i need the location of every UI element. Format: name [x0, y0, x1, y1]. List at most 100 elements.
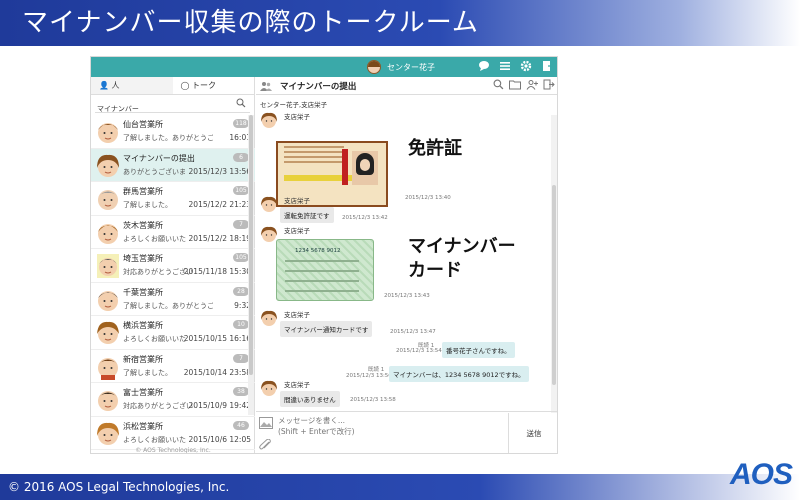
list-item-time: 2015/10/9 19:42 — [188, 401, 251, 410]
message-bubble: 番号花子さんですね。 — [442, 342, 515, 358]
list-item[interactable]: 浜松営業所 よろしくお願いいた 46 2015/10/6 12:05 — [91, 417, 255, 450]
message-timestamp: 2015/12/3 13:42 — [342, 215, 388, 221]
aos-logo: AOS — [729, 458, 793, 491]
person-icon: 👤 — [99, 81, 112, 90]
image-icon[interactable] — [259, 417, 273, 429]
attachment-icon[interactable] — [259, 439, 273, 451]
message-sender: 支店栄子 — [284, 197, 310, 205]
unread-badge: 105 — [233, 253, 249, 262]
unread-badge: 46 — [233, 420, 249, 430]
license-band — [284, 175, 360, 181]
avatar — [98, 190, 118, 210]
license-photo — [352, 151, 378, 185]
mynumber-callout-line2: カード — [408, 260, 462, 281]
avatar — [97, 154, 119, 177]
avatar — [261, 196, 277, 212]
composer-icons — [259, 417, 273, 451]
gear-icon[interactable] — [520, 60, 532, 72]
message-sender: 支店栄子 — [284, 381, 310, 389]
list-item-name: 仙台営業所 — [123, 120, 163, 129]
tab-people[interactable]: 👤 人 — [91, 77, 173, 94]
card-line — [285, 290, 359, 292]
list-scrollbar[interactable] — [248, 115, 254, 415]
message-timestamp: 2015/12/3 13:54 — [396, 348, 442, 354]
message-timestamp: 2015/12/3 13:58 — [350, 397, 396, 403]
message-input[interactable] — [278, 415, 504, 451]
avatar — [98, 391, 118, 411]
card-line — [285, 260, 359, 262]
card-line — [285, 270, 359, 272]
room-icons — [492, 79, 555, 91]
chat-scrollbar[interactable] — [551, 115, 557, 420]
list-item-name: 浜松営業所 — [123, 421, 163, 431]
unread-badge: 10 — [233, 320, 249, 329]
list-item-time: 2015/10/15 16:16 — [183, 334, 251, 343]
list-item[interactable]: マイナンバーの提出 ありがとうございま 6 2015/12/3 13:56 — [91, 148, 255, 182]
slide-title: マイナンバー収集の際のトークルーム — [0, 0, 800, 46]
list-item[interactable]: 千葉営業所 了解しました。ありがとうござい 28 9:32 — [91, 283, 255, 316]
mynumber-callout-line1: マイナンバー — [408, 236, 516, 257]
message-sender: 支店栄子 — [284, 227, 310, 235]
menu-icon[interactable] — [499, 60, 511, 72]
folder-icon[interactable] — [509, 79, 521, 91]
unread-badge: 118 — [233, 119, 249, 128]
list-item-name: 茨木営業所 — [123, 220, 163, 230]
list-item[interactable]: 新宿営業所 了解しました。 7 2015/10/14 23:58 — [91, 350, 255, 383]
header-user-name: センター花子 — [387, 62, 435, 72]
room-title: マイナンバーの提出 — [280, 82, 357, 92]
unread-badge: 6 — [233, 152, 249, 162]
avatar — [98, 357, 118, 380]
list-item-time: 2015/11/18 15:30 — [183, 267, 251, 276]
send-button[interactable]: 送信 — [508, 413, 557, 453]
search-icon[interactable] — [492, 79, 504, 91]
search-bar — [95, 96, 250, 117]
message-bubble: 運転免許証です — [280, 207, 334, 223]
slide: マイナンバー収集の際のトークルーム センター花子 👤 人 ◯ トーク マイナンバ… — [0, 0, 800, 500]
list-item-time: 2015/10/14 23:58 — [183, 367, 251, 377]
list-item-name: 横浜営業所 — [123, 321, 163, 330]
license-callout: 免許証 — [408, 138, 462, 159]
list-item[interactable]: 茨木営業所 よろしくお願いいた 7 2015/12/2 18:19 — [91, 216, 255, 249]
search-icon[interactable] — [236, 98, 246, 108]
conversation-list: 仙台営業所 了解しました。ありがとうござい 118 16:01 マイナンバーの提… — [91, 115, 255, 450]
list-item-name: 新宿営業所 — [123, 354, 163, 364]
header-user[interactable]: センター花子 — [367, 59, 435, 75]
mynumber-card-image[interactable]: 1234 5678 9012 — [276, 239, 374, 301]
message-sender: 支店栄子 — [284, 113, 310, 121]
list-item-time: 2015/12/2 18:19 — [188, 233, 251, 243]
slide-footer: © 2016 AOS Legal Technologies, Inc. — [0, 474, 800, 500]
avatar — [261, 310, 277, 326]
list-item-time: 2015/10/6 12:05 — [188, 434, 251, 444]
avatar — [98, 223, 118, 244]
unread-badge: 7 — [233, 353, 249, 363]
add-member-icon[interactable] — [526, 79, 538, 91]
avatar — [97, 321, 119, 344]
card-number: 1234 5678 9012 — [295, 248, 341, 254]
scrollbar-thumb[interactable] — [552, 185, 556, 385]
list-item-name: マイナンバーの提出 — [123, 153, 195, 163]
chat-bubble-icon[interactable] — [478, 60, 490, 72]
exit-icon[interactable] — [543, 79, 555, 91]
avatar — [97, 422, 119, 445]
list-item-message: 了解しました。ありがとうござい — [123, 134, 213, 142]
license-stripe — [342, 149, 348, 185]
scrollbar-thumb[interactable] — [249, 115, 253, 375]
list-item[interactable]: 群馬営業所 了解しました。 105 2015/12/2 21:23 — [91, 182, 255, 216]
tab-people-label: 人 — [111, 81, 120, 90]
unread-badge: 105 — [233, 186, 249, 195]
list-item[interactable]: 仙台営業所 了解しました。ありがとうござい 118 16:01 — [91, 115, 255, 149]
list-item[interactable]: 横浜営業所 よろしくお願いいた 10 2015/10/15 16:16 — [91, 316, 255, 350]
list-item-name: 千葉営業所 — [123, 287, 163, 297]
card-line — [285, 280, 359, 282]
header-icons — [478, 60, 554, 72]
logout-icon[interactable] — [541, 60, 554, 72]
chat-message: 支店栄子 間違いありません 2015/12/3 13:58 — [260, 379, 480, 411]
list-item[interactable]: 富士営業所 対応ありがとうござい 38 2015/10/9 19:42 — [91, 383, 255, 417]
chat-room: マイナンバーの提出 センター花子,支店栄子 支店栄子 2015/12/3 13:… — [256, 77, 557, 453]
tab-talk[interactable]: ◯ トーク — [172, 77, 254, 94]
list-item-name: 富士営業所 — [123, 388, 163, 397]
list-item[interactable]: 埼玉営業所 対応ありがとうござい 105 2015/11/18 15:30 — [91, 249, 255, 283]
tab-bar: 👤 人 ◯ トーク — [91, 77, 254, 95]
avatar — [261, 380, 277, 396]
message-bubble: マイナンバー通知カードです — [280, 321, 373, 337]
